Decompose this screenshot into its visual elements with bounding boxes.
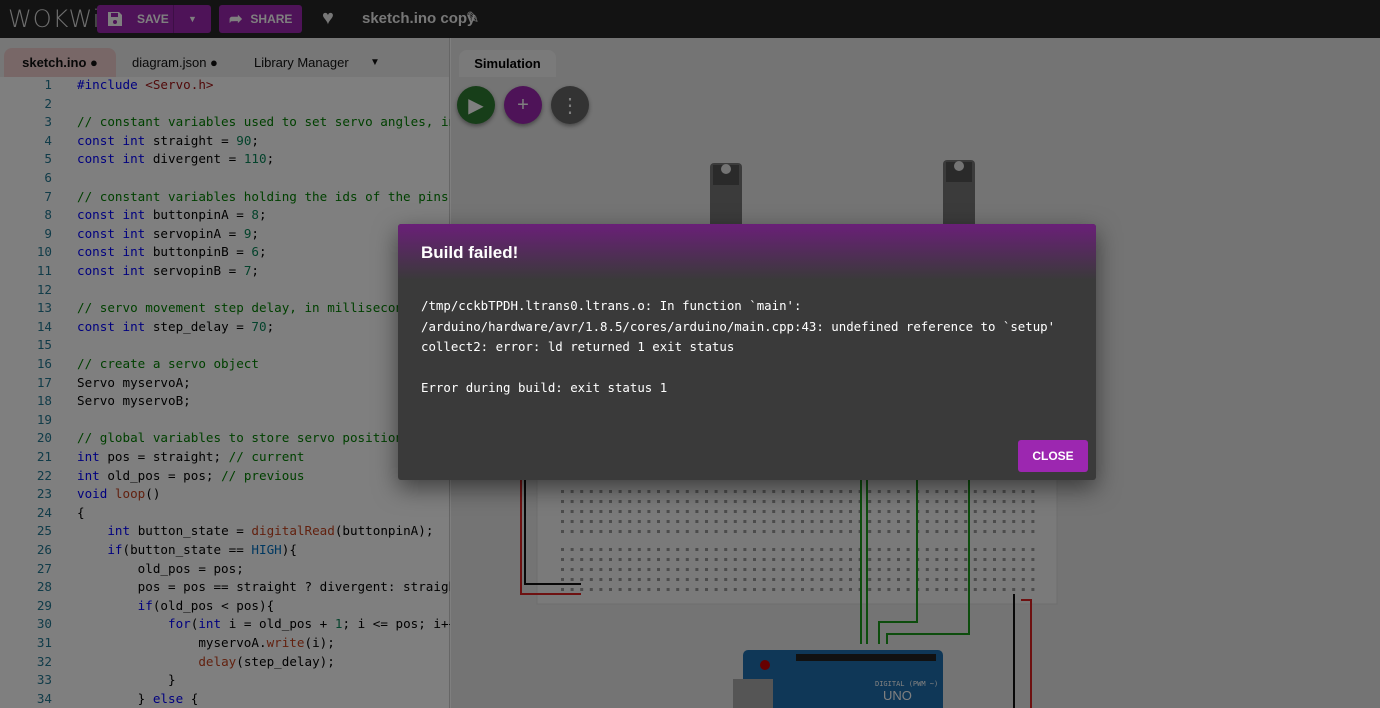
close-button[interactable]: CLOSE bbox=[1018, 440, 1088, 472]
dialog-title: Build failed! bbox=[398, 224, 1096, 280]
dialog-message: /tmp/cckbTPDH.ltrans0.ltrans.o: In funct… bbox=[421, 298, 1056, 395]
build-failed-dialog: Build failed! /tmp/cckbTPDH.ltrans0.ltra… bbox=[398, 224, 1096, 480]
